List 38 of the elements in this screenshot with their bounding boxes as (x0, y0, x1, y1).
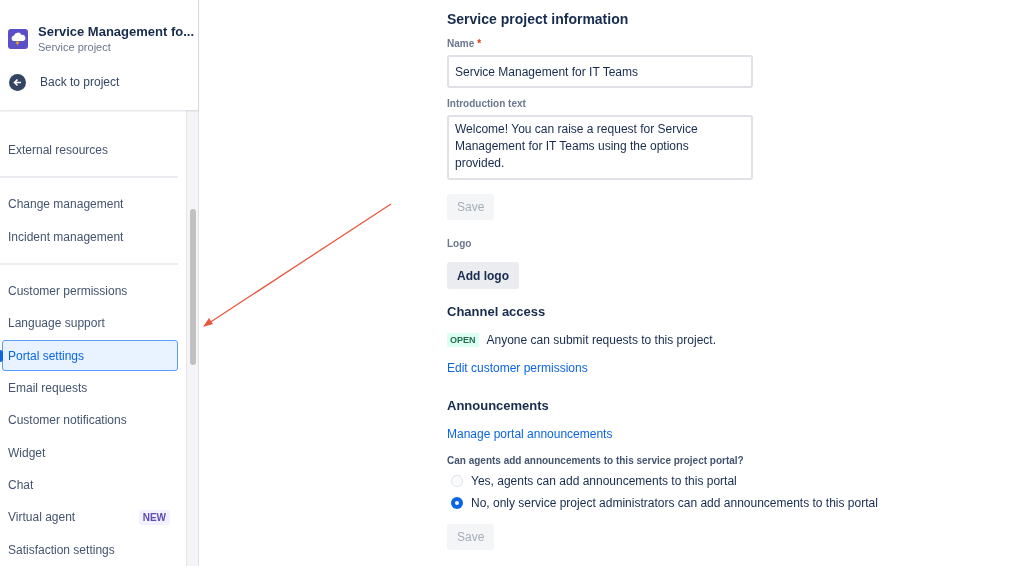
sidebar-item[interactable]: Language support (0, 307, 184, 340)
back-link[interactable]: Back to project (40, 73, 120, 91)
sidebar-item[interactable]: Email requests (0, 372, 184, 405)
section-heading: Announcements (447, 397, 550, 415)
radio-label: No, only service project administrators can add announcements to this portal (471, 495, 878, 512)
project-avatar-icon (8, 29, 28, 49)
radio-button[interactable] (451, 497, 463, 509)
sidebar-item[interactable]: Customer permissions (0, 274, 184, 308)
field-label: Logo (447, 237, 473, 251)
status-lozenge: OPEN (447, 333, 479, 347)
name-input[interactable]: Service Management for IT Teams (447, 55, 753, 88)
project-type: Service project (38, 40, 112, 55)
radio-button[interactable] (451, 475, 463, 487)
access-description: Anyone can submit requests to this project. (486, 332, 716, 349)
sidebar-item[interactable]: Widget (0, 436, 184, 469)
sidebar-item[interactable]: Virtual agent NEW (0, 501, 184, 534)
radio-label: Yes, agents can add announcements to this portal (471, 473, 737, 490)
sidebar-item[interactable]: Change management (0, 188, 184, 221)
sidebar-item[interactable]: Satisfaction settings (0, 533, 184, 566)
sidebar-item[interactable]: External resources (0, 134, 184, 167)
manage-announcements-link[interactable]: Manage portal announcements (447, 425, 613, 443)
sidebar-item[interactable]: Portal settings (2, 340, 178, 371)
section-heading: Channel access (447, 303, 547, 321)
sidebar-item[interactable]: Chat (0, 468, 184, 502)
new-badge: NEW (138, 509, 170, 525)
edit-permissions-link[interactable]: Edit customer permissions (447, 359, 588, 377)
add-logo-button[interactable]: Add logo (447, 262, 519, 289)
sidebar-item[interactable]: Incident management (0, 220, 184, 253)
scrollbar[interactable] (186, 110, 198, 566)
scrollbar-thumb[interactable] (189, 209, 196, 365)
required-mark: * (477, 37, 482, 51)
sidebar-item[interactable]: Customer notifications (0, 404, 184, 437)
section-heading: Service project information (447, 10, 630, 28)
intro-textarea[interactable]: Welcome! You can raise a request for Service Management for IT Teams using the options provided. (447, 115, 753, 180)
field-label: Introduction text (447, 97, 527, 111)
project-name: Service Management fo... (38, 23, 195, 40)
field-label: Name (447, 37, 475, 51)
question-label: Can agents add announcements to this service project portal? (447, 454, 745, 468)
